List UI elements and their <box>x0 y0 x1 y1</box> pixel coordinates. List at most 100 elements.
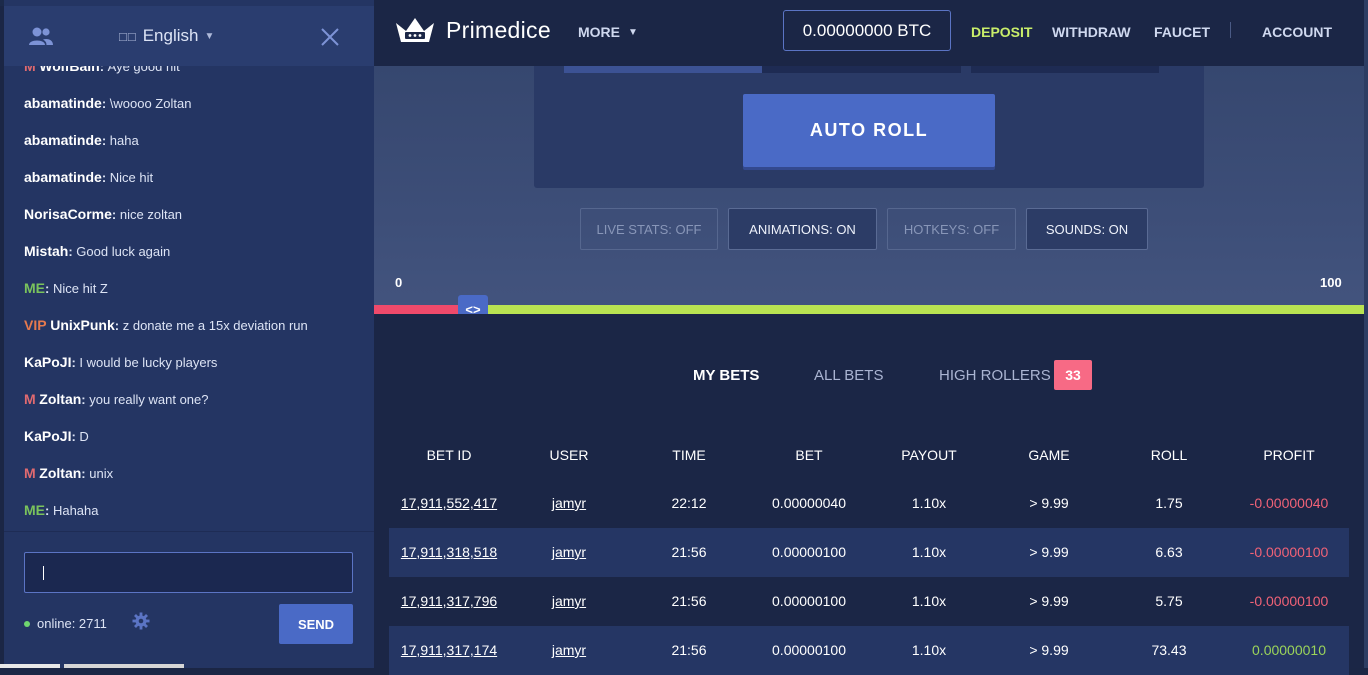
table-row[interactable]: 17,911,552,417 jamyr 22:12 0.00000040 1.10x >… <box>389 479 1349 528</box>
top-nav: Primedice MORE ▼ 0.00000000 BTC DEPOSIT … <box>374 0 1364 66</box>
game-cell: > 9.99 <box>1029 495 1069 511</box>
chat-text: Nice hit Z <box>52 281 108 296</box>
chat-message: VIP UnixPunk: z donate me a 15x deviatio… <box>24 317 308 333</box>
column-header: PROFIT <box>1263 447 1315 463</box>
user-link[interactable]: jamyr <box>509 593 629 609</box>
chat-message: Mistah: Good luck again <box>24 243 171 259</box>
bet-cell: 0.00000100 <box>772 593 846 609</box>
chat-text: Hahaha <box>52 503 99 518</box>
live-stats-toggle[interactable]: LIVE STATS: OFF <box>580 208 718 250</box>
time-cell: 21:56 <box>671 593 707 609</box>
payout-cell: 1.10x <box>911 495 947 511</box>
chat-input[interactable] <box>24 552 353 593</box>
chat-message: abamatinde: \woooo Zoltan <box>24 95 192 111</box>
profit-cell: -0.00000100 <box>1249 593 1329 609</box>
hotkeys-toggle[interactable]: HOTKEYS: OFF <box>887 208 1016 250</box>
withdraw-link[interactable]: WITHDRAW <box>1052 24 1131 40</box>
chat-message: KaPoJI: D <box>24 428 89 444</box>
time-cell: 21:56 <box>671 642 707 658</box>
account-link[interactable]: ACCOUNT <box>1262 24 1332 40</box>
roll-cell: 73.43 <box>1151 642 1187 658</box>
chat-user-tag: M <box>24 465 36 481</box>
chat-username[interactable]: ME <box>24 502 45 518</box>
card-field-1 <box>564 66 762 73</box>
payout-cell: 1.10x <box>911 593 947 609</box>
brand-logo[interactable]: Primedice <box>394 15 551 45</box>
send-button[interactable]: SEND <box>279 604 353 644</box>
chat-username[interactable]: ME <box>24 280 45 296</box>
bet-id-link[interactable]: 17,911,318,518 <box>389 544 509 560</box>
users-icon[interactable] <box>28 26 54 46</box>
balance-display[interactable]: 0.00000000 BTC <box>783 10 951 51</box>
faucet-link[interactable]: FAUCET <box>1154 24 1210 40</box>
chat-text: \woooo Zoltan <box>109 96 192 111</box>
high-rollers-count-badge: 33 <box>1054 360 1092 390</box>
chat-username[interactable]: abamatinde <box>24 169 102 185</box>
slider-win-range[interactable] <box>470 305 1364 314</box>
bet-cell: 0.00000100 <box>772 544 846 560</box>
user-link[interactable]: jamyr <box>509 544 629 560</box>
bet-id-link[interactable]: 17,911,317,174 <box>389 642 509 658</box>
chat-message: KaPoJI: I would be lucky players <box>24 354 218 370</box>
language-label: English <box>142 26 199 45</box>
online-dot-icon <box>24 620 30 627</box>
game-area: AUTO ROLL LIVE STATS: OFF ANIMATIONS: ON… <box>374 66 1364 314</box>
game-cell: > 9.99 <box>1029 593 1069 609</box>
roll-cell: 6.63 <box>1155 544 1183 560</box>
profit-cell: 0.00000010 <box>1252 642 1326 658</box>
chat-text: z donate me a 15x deviation run <box>122 318 308 333</box>
card-field-3 <box>971 66 1159 73</box>
brand-name: Primedice <box>446 16 551 43</box>
chat-message: M Zoltan: you really want one? <box>24 391 209 407</box>
chat-username[interactable]: NorisaCorme <box>24 206 112 222</box>
column-header: BET ID <box>426 447 472 463</box>
chat-user-tag: VIP <box>24 317 47 333</box>
bet-id-link[interactable]: 17,911,317,796 <box>389 593 509 609</box>
chat-username[interactable]: abamatinde <box>24 95 102 111</box>
sounds-toggle[interactable]: SOUNDS: ON <box>1026 208 1148 250</box>
user-link[interactable]: jamyr <box>509 495 629 511</box>
chat-username[interactable]: WolfBain <box>39 66 99 74</box>
more-menu[interactable]: MORE ▼ <box>578 24 638 40</box>
column-header: PAYOUT <box>901 447 957 463</box>
profit-cell: -0.00000040 <box>1249 495 1329 511</box>
close-icon[interactable] <box>320 27 340 47</box>
chat-username[interactable]: KaPoJI <box>24 354 71 370</box>
chat-text: you really want one? <box>89 392 209 407</box>
card-field-2 <box>762 66 961 73</box>
bet-id-link[interactable]: 17,911,552,417 <box>389 495 509 511</box>
tab-high-rollers[interactable]: HIGH ROLLERS <box>939 367 1051 384</box>
chat-message: M Zoltan: unix <box>24 465 114 481</box>
more-label: MORE <box>578 24 620 40</box>
bet-cell: 0.00000100 <box>772 642 846 658</box>
caret-down-icon: ▼ <box>204 30 215 42</box>
payout-cell: 1.10x <box>911 544 947 560</box>
chat-text: Aye good hit <box>107 66 180 74</box>
chat-username[interactable]: Zoltan <box>39 391 81 407</box>
deposit-link[interactable]: DEPOSIT <box>971 24 1032 40</box>
language-selector[interactable]: □□ English ▼ <box>119 26 214 46</box>
tab-all-bets[interactable]: ALL BETS <box>814 367 883 384</box>
gear-icon[interactable] <box>132 612 150 630</box>
table-row[interactable]: 17,911,318,518 jamyr 21:56 0.00000100 1.10x >… <box>389 528 1349 577</box>
chat-user-tag: M <box>24 66 36 74</box>
chat-username[interactable]: KaPoJI <box>24 428 71 444</box>
tab-my-bets[interactable]: MY BETS <box>693 367 759 384</box>
auto-roll-button[interactable]: AUTO ROLL <box>743 94 995 167</box>
chat-text: D <box>79 429 89 444</box>
chat-header: □□ English ▼ <box>4 6 374 66</box>
animations-toggle[interactable]: ANIMATIONS: ON <box>728 208 877 250</box>
chat-username[interactable]: Mistah <box>24 243 68 259</box>
payout-cell: 1.10x <box>911 642 947 658</box>
table-row[interactable]: 17,911,317,796 jamyr 21:56 0.00000100 1.10x >… <box>389 577 1349 626</box>
chat-message: NorisaCorme: nice zoltan <box>24 206 183 222</box>
chat-message: abamatinde: haha <box>24 132 139 148</box>
slider-max-label: 100 <box>1320 275 1342 290</box>
online-count: online: 2711 <box>24 616 107 631</box>
slider-lose-range[interactable] <box>374 305 470 314</box>
chat-username[interactable]: Zoltan <box>39 465 81 481</box>
chat-username[interactable]: abamatinde <box>24 132 102 148</box>
chat-sidebar: □□ English ▼ M WolfBain: Aye good hit aba… <box>4 0 374 668</box>
user-link[interactable]: jamyr <box>509 642 629 658</box>
chat-username[interactable]: UnixPunk <box>50 317 115 333</box>
